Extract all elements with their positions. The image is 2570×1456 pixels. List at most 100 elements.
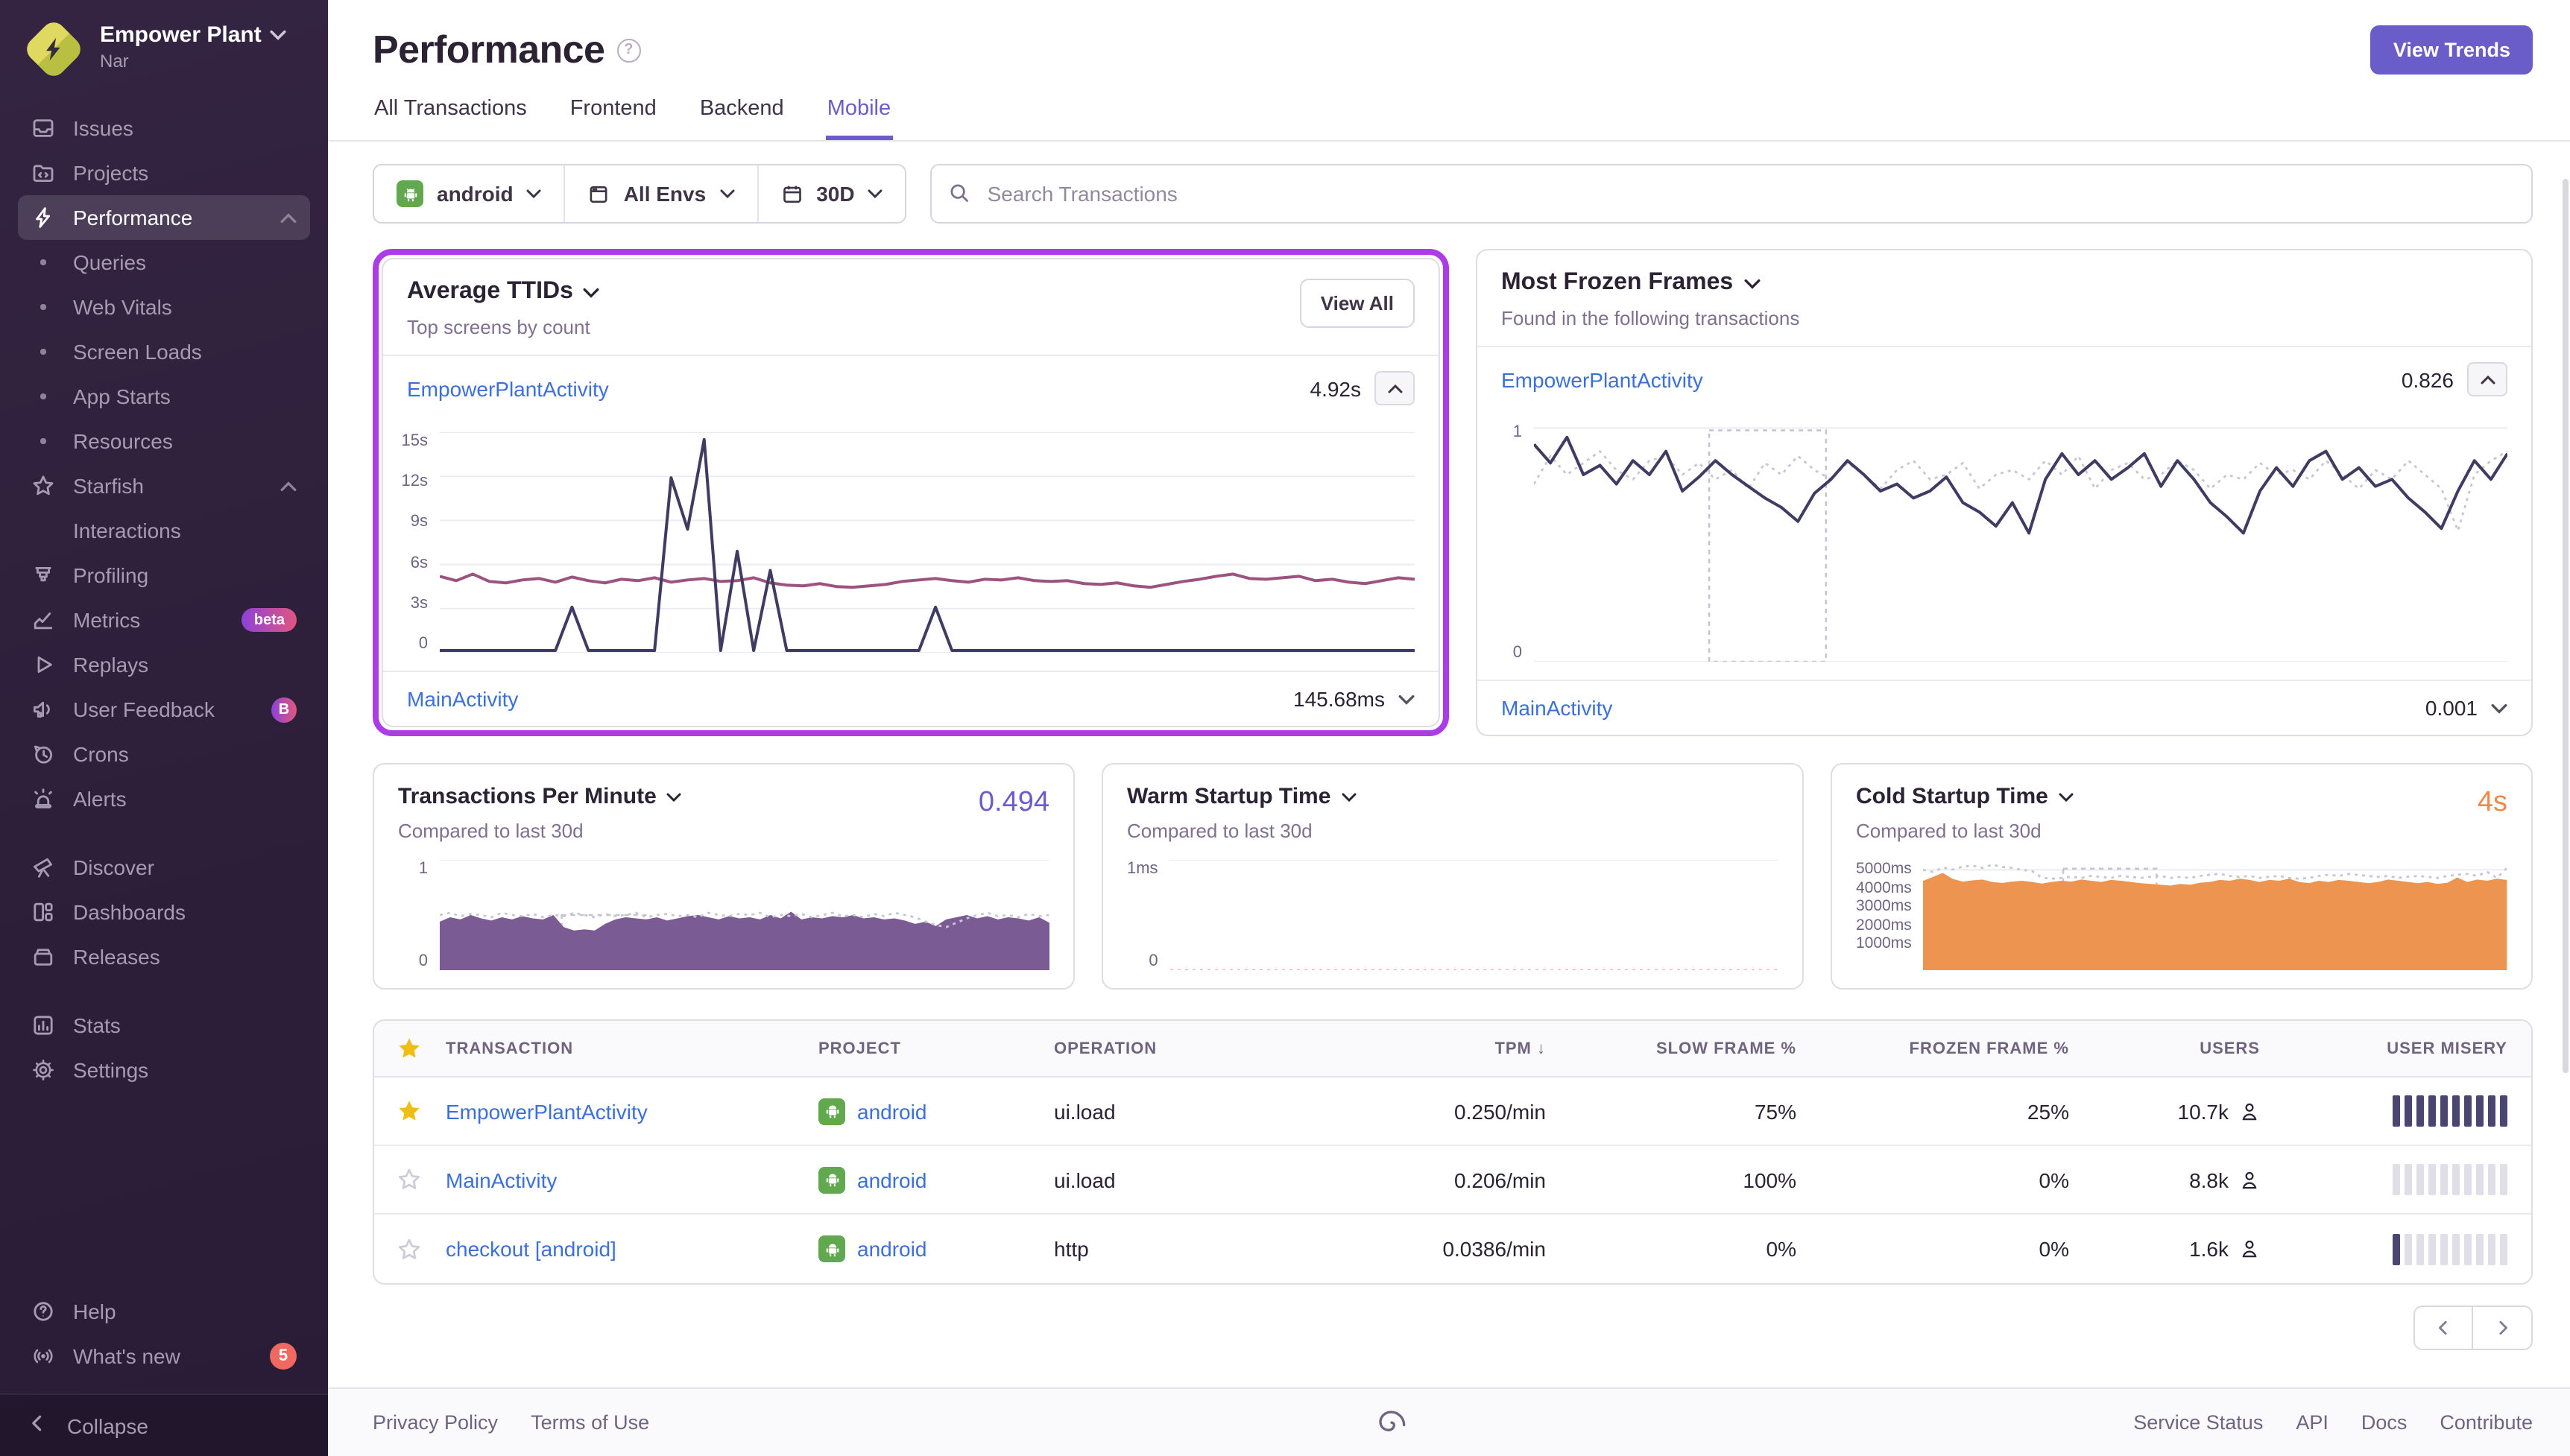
column-header-users[interactable]: USERS bbox=[2093, 1039, 2284, 1057]
tab-mobile[interactable]: Mobile bbox=[825, 97, 893, 140]
sidebar-item-starfish[interactable]: Starfish bbox=[18, 463, 310, 508]
main-content: Performance ? View Trends All Transactio… bbox=[328, 0, 2570, 1456]
column-header-transaction[interactable]: TRANSACTION bbox=[446, 1039, 818, 1057]
user-icon bbox=[2242, 1102, 2257, 1120]
sidebar-item-interactions[interactable]: Interactions bbox=[18, 508, 310, 553]
axis-tick-label: 1 bbox=[418, 860, 428, 878]
project-link[interactable]: android bbox=[857, 1237, 926, 1261]
transactions-table: TRANSACTION PROJECT OPERATION TPM ↓ SLOW FRA… bbox=[373, 1019, 2533, 1285]
sidebar-item-label: App Starts bbox=[73, 384, 171, 408]
column-header-project[interactable]: PROJECT bbox=[818, 1039, 1054, 1057]
sidebar-item-releases[interactable]: Releases bbox=[18, 934, 310, 979]
footer-link-docs[interactable]: Docs bbox=[2361, 1411, 2408, 1434]
transaction-link[interactable]: EmpowerPlantActivity bbox=[1501, 367, 1703, 391]
footer-link-terms-of-use[interactable]: Terms of Use bbox=[531, 1411, 649, 1434]
warm-startup-time-panel: Warm Startup Time Compared to last 30d 1… bbox=[1102, 763, 1804, 990]
sidebar-item-stats[interactable]: Stats bbox=[18, 1003, 310, 1048]
slow-frame-cell: 100% bbox=[1743, 1168, 1796, 1191]
sidebar-item-profiling[interactable]: Profiling bbox=[18, 553, 310, 598]
frozen-frame-cell: 0% bbox=[2039, 1168, 2069, 1191]
sidebar-item-label: Stats bbox=[73, 1013, 121, 1037]
column-header-tpm[interactable]: TPM ↓ bbox=[1334, 1039, 1570, 1057]
sidebar-collapse-button[interactable]: Collapse bbox=[0, 1393, 328, 1456]
project-filter[interactable]: android bbox=[374, 165, 564, 222]
sidebar-item-metrics[interactable]: Metrics beta bbox=[18, 598, 310, 642]
column-header-slow-frame[interactable]: SLOW FRAME % bbox=[1570, 1039, 1820, 1057]
y-axis-labels: 15s 12s 9s 6s 3s 0 bbox=[398, 432, 440, 653]
sidebar-item-what-s-new[interactable]: What's new 5 bbox=[18, 1334, 310, 1379]
expand-row-button[interactable] bbox=[2491, 703, 2507, 713]
sidebar-item-performance[interactable]: Performance bbox=[18, 195, 310, 240]
environment-filter[interactable]: All Envs bbox=[563, 165, 757, 222]
footer-link-service-status[interactable]: Service Status bbox=[2133, 1411, 2263, 1434]
column-header-frozen-frame[interactable]: FROZEN FRAME % bbox=[1820, 1039, 2093, 1057]
sidebar-item-label: Resources bbox=[73, 429, 173, 453]
cold-startup-title-dropdown[interactable]: Cold Startup Time bbox=[1856, 784, 2507, 809]
footer-link-api[interactable]: API bbox=[2296, 1411, 2329, 1434]
releases-icon bbox=[31, 945, 55, 969]
sidebar-item-screen-loads[interactable]: Screen Loads bbox=[18, 329, 310, 374]
star-toggle-empty[interactable] bbox=[374, 1167, 446, 1192]
sidebar-item-label: Settings bbox=[73, 1058, 149, 1082]
sidebar-item-projects[interactable]: Projects bbox=[18, 151, 310, 195]
footer-link-privacy-policy[interactable]: Privacy Policy bbox=[373, 1411, 498, 1434]
tab-all-transactions[interactable]: All Transactions bbox=[373, 97, 528, 140]
tab-backend[interactable]: Backend bbox=[698, 97, 786, 140]
most-frozen-frames-title-dropdown[interactable]: Most Frozen Frames bbox=[1501, 270, 2507, 297]
sidebar-item-queries[interactable]: Queries bbox=[18, 240, 310, 285]
sidebar-item-alerts[interactable]: Alerts bbox=[18, 776, 310, 821]
org-switcher[interactable]: Empower Plant Nar bbox=[0, 0, 328, 94]
sidebar-item-issues[interactable]: Issues bbox=[18, 106, 310, 151]
metrics-icon bbox=[31, 608, 55, 632]
project-link[interactable]: android bbox=[857, 1168, 926, 1191]
sidebar-item-settings[interactable]: Settings bbox=[18, 1048, 310, 1092]
scrollbar-thumb[interactable] bbox=[2563, 179, 2569, 1073]
sidebar-item-web-vitals[interactable]: Web Vitals bbox=[18, 285, 310, 329]
sidebar-item-label: Interactions bbox=[73, 519, 181, 542]
chevron-up-icon bbox=[280, 481, 297, 491]
tpm-title-dropdown[interactable]: Transactions Per Minute bbox=[398, 784, 1049, 809]
view-all-button[interactable]: View All bbox=[1299, 279, 1415, 328]
star-toggle-filled[interactable] bbox=[374, 1098, 446, 1124]
sidebar-item-discover[interactable]: Discover bbox=[18, 845, 310, 890]
average-ttids-title-dropdown[interactable]: Average TTIDs bbox=[407, 279, 1415, 306]
sentry-logo-icon bbox=[1379, 1410, 1406, 1431]
transaction-link[interactable]: MainActivity bbox=[446, 1168, 557, 1191]
transaction-link[interactable]: checkout [android] bbox=[446, 1237, 616, 1261]
transaction-link[interactable]: EmpowerPlantActivity bbox=[407, 376, 609, 400]
expand-row-button[interactable] bbox=[1398, 694, 1415, 704]
sidebar-item-resources[interactable]: Resources bbox=[18, 419, 310, 463]
project-link[interactable]: android bbox=[857, 1099, 926, 1123]
sidebar-item-replays[interactable]: Replays bbox=[18, 642, 310, 687]
help-tooltip-icon[interactable]: ? bbox=[616, 38, 641, 62]
collapse-row-button[interactable] bbox=[2467, 362, 2507, 396]
tab-frontend[interactable]: Frontend bbox=[569, 97, 658, 140]
average-ttids-subtitle: Top screens by count bbox=[407, 316, 590, 338]
date-range-filter[interactable]: 30D bbox=[757, 165, 905, 222]
page-footer: Privacy Policy Terms of Use Service Statu… bbox=[328, 1387, 2570, 1456]
chevron-down-icon bbox=[2059, 792, 2074, 801]
slow-frame-cell: 0% bbox=[1766, 1237, 1796, 1261]
users-count: 1.6k bbox=[2189, 1237, 2229, 1261]
sidebar-item-app-starts[interactable]: App Starts bbox=[18, 374, 310, 419]
footer-link-contribute[interactable]: Contribute bbox=[2440, 1411, 2533, 1434]
warm-startup-title-dropdown[interactable]: Warm Startup Time bbox=[1127, 784, 1778, 809]
search-transactions-input[interactable] bbox=[930, 164, 2533, 224]
sidebar-item-crons[interactable]: Crons bbox=[18, 732, 310, 776]
transaction-link[interactable]: MainActivity bbox=[407, 687, 518, 711]
collapse-row-button[interactable] bbox=[1374, 371, 1415, 405]
star-toggle-empty[interactable] bbox=[374, 1236, 446, 1262]
sidebar-item-dashboards[interactable]: Dashboards bbox=[18, 890, 310, 934]
column-header-operation[interactable]: OPERATION bbox=[1054, 1039, 1334, 1057]
column-header-user-misery[interactable]: USER MISERY bbox=[2284, 1039, 2531, 1057]
sidebar-item-help[interactable]: Help bbox=[18, 1289, 310, 1334]
date-range-value: 30D bbox=[816, 182, 855, 206]
view-trends-button[interactable]: View Trends bbox=[2370, 25, 2533, 75]
sidebar-item-user-feedback[interactable]: User Feedback B bbox=[18, 687, 310, 732]
transaction-link[interactable]: EmpowerPlantActivity bbox=[446, 1099, 648, 1123]
star-column-header[interactable] bbox=[374, 1036, 446, 1061]
previous-page-button[interactable] bbox=[2413, 1305, 2473, 1350]
next-page-button[interactable] bbox=[2473, 1305, 2533, 1350]
transaction-link[interactable]: MainActivity bbox=[1501, 696, 1612, 720]
sidebar-item-label: Web Vitals bbox=[73, 295, 172, 319]
